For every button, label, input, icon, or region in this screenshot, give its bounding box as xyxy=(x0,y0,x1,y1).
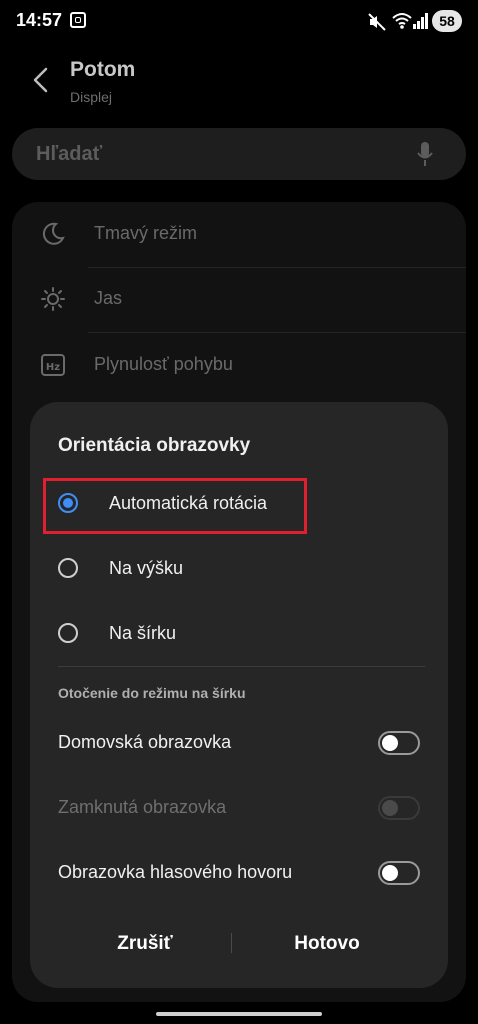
wifi-icon xyxy=(392,13,412,29)
divider xyxy=(88,267,466,268)
svg-text:Hz: Hz xyxy=(46,362,60,373)
microphone-icon[interactable] xyxy=(416,140,434,168)
home-screen-toggle[interactable] xyxy=(378,731,420,755)
settings-item-motion-smoothness[interactable]: Plynulosť pohybu xyxy=(94,354,233,375)
mute-icon xyxy=(368,13,386,31)
option-label: Na výšku xyxy=(109,558,184,578)
signal-icon xyxy=(413,13,428,29)
search-input[interactable]: Hľadať xyxy=(36,143,102,166)
radio-unselected[interactable] xyxy=(58,558,78,578)
settings-item-dark-mode[interactable]: Tmavý režim xyxy=(94,223,197,244)
radio-unselected[interactable] xyxy=(58,623,78,643)
voice-call-screen-toggle[interactable] xyxy=(378,861,420,885)
page-title: Potom xyxy=(70,58,136,81)
toggle-label-home-screen: Domovská obrazovka xyxy=(58,732,232,752)
option-landscape[interactable]: Na šírku xyxy=(40,606,438,662)
section-title: Otočenie do režimu na šírku xyxy=(58,685,246,701)
lock-screen-toggle xyxy=(378,796,420,820)
toggle-label-lock-screen: Zamknutá obrazovka xyxy=(58,797,227,817)
divider xyxy=(88,332,466,333)
divider xyxy=(58,666,425,667)
page-subtitle: Displej xyxy=(70,89,113,105)
button-separator xyxy=(231,933,232,953)
toggle-label-voice-call: Obrazovka hlasového hovoru xyxy=(58,862,293,882)
settings-item-brightness[interactable]: Jas xyxy=(94,288,122,309)
option-label: Na šírku xyxy=(109,623,177,643)
search-bar[interactable]: Hľadať xyxy=(12,128,466,180)
back-arrow-icon[interactable] xyxy=(30,66,52,94)
highlight-box xyxy=(43,478,307,534)
battery-indicator: 58 xyxy=(432,10,462,32)
moon-icon xyxy=(42,222,65,245)
option-portrait[interactable]: Na výšku xyxy=(40,541,438,597)
hz-icon: Hz xyxy=(41,354,65,376)
sun-icon xyxy=(41,287,65,311)
screen-recorder-icon xyxy=(70,12,86,28)
status-time: 14:57 xyxy=(16,10,63,30)
dialog-title: Orientácia obrazovky xyxy=(58,435,251,456)
done-button[interactable]: Hotovo xyxy=(237,920,417,968)
cancel-button[interactable]: Zrušiť xyxy=(55,920,235,968)
home-indicator[interactable] xyxy=(156,1012,322,1016)
status-bar: 14:57 58 xyxy=(0,0,478,44)
